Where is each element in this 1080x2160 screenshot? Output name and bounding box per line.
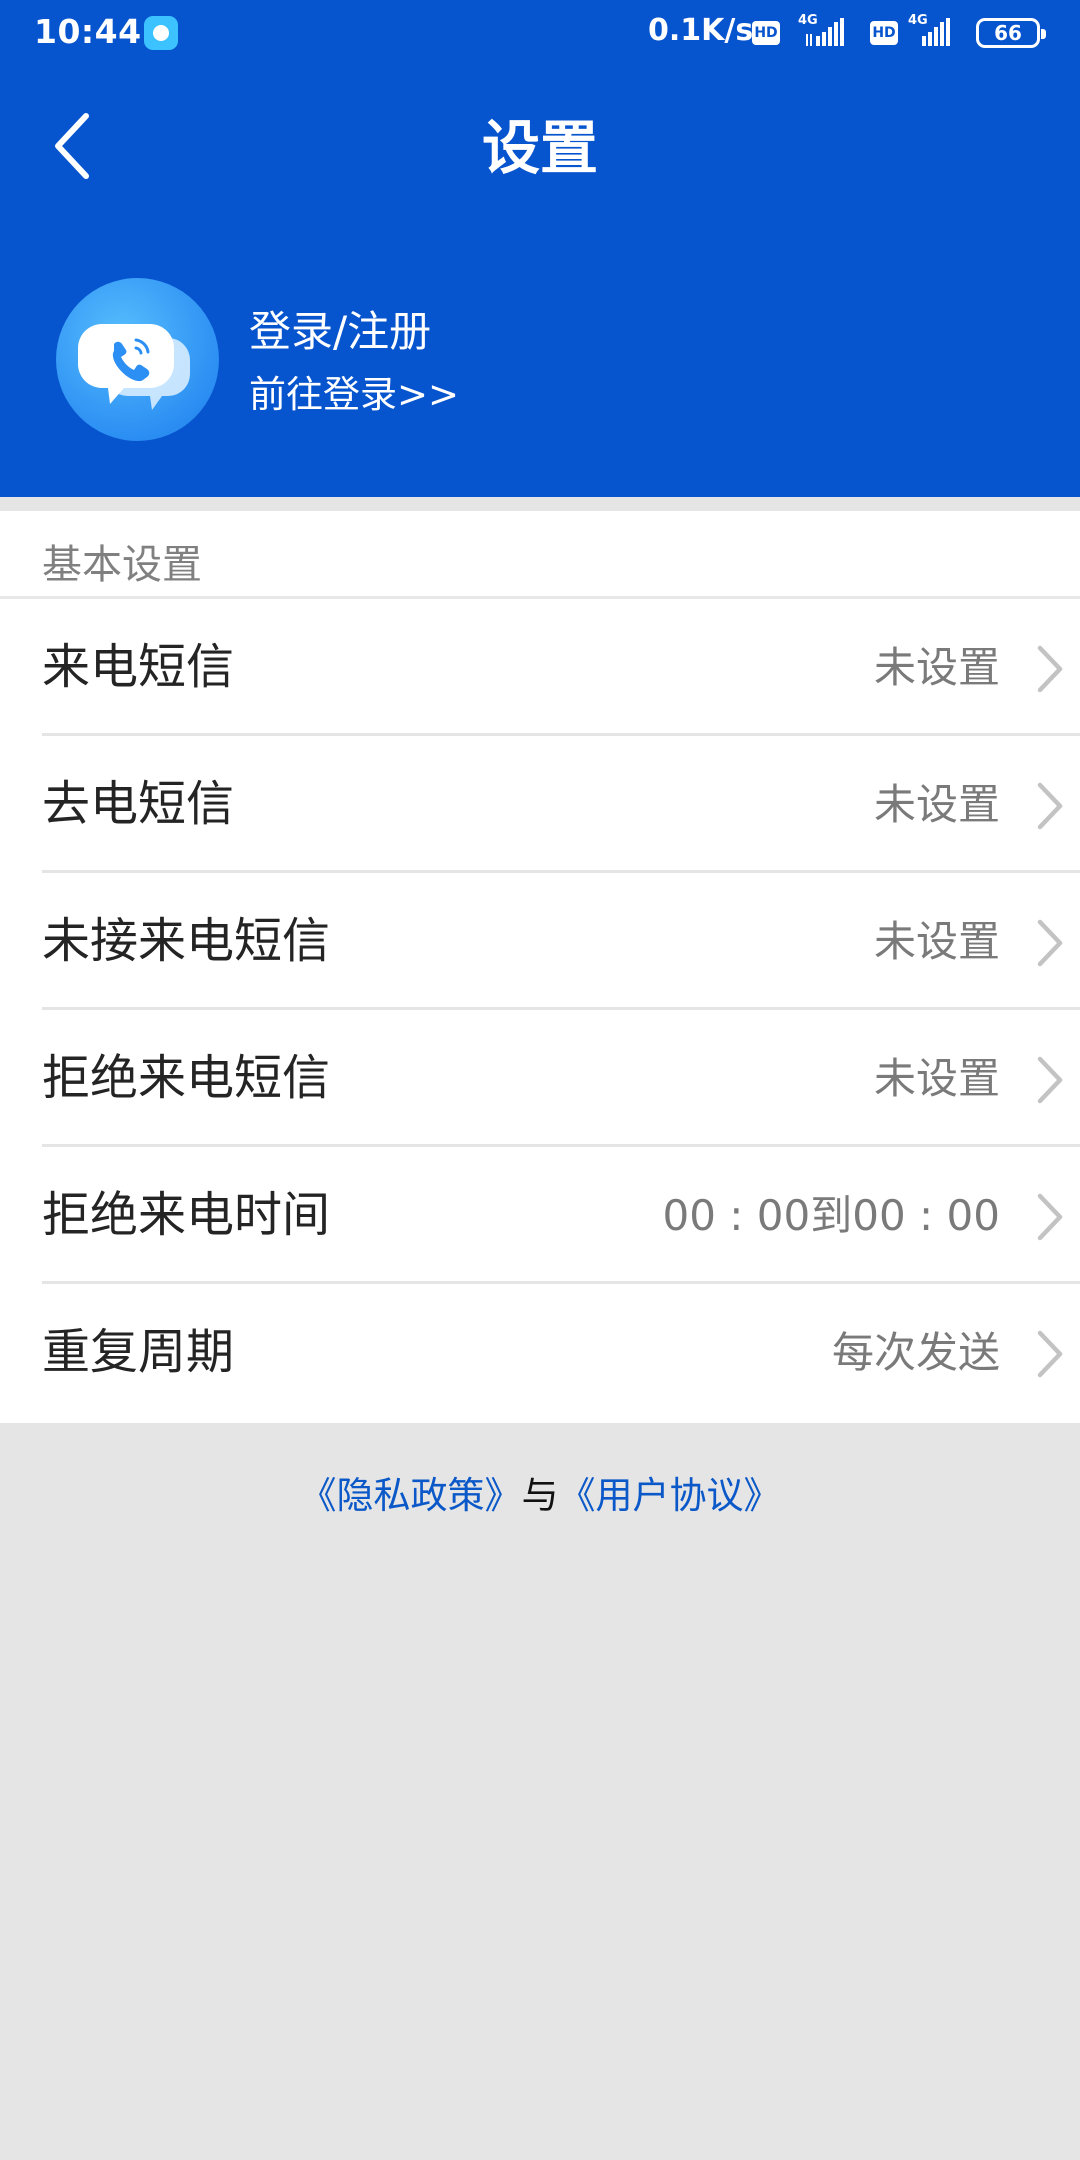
setting-label: 重复周期 <box>42 1324 235 1380</box>
footer-conjunction: 与 <box>521 1474 559 1517</box>
login-register-title[interactable]: 登录/注册 <box>249 304 431 360</box>
hd-badge: HD <box>752 21 780 45</box>
hd-badge-2: HD <box>870 21 898 45</box>
status-bar: 10:44 0.1K/s HD 4G HD 4G 66 <box>0 0 1080 66</box>
battery-icon: 66 <box>976 18 1046 48</box>
chevron-right-icon <box>1037 645 1063 693</box>
footer-links: 《隐私政策》与《用户协议》 <box>0 1464 1080 1528</box>
chevron-right-icon <box>1037 782 1063 830</box>
phone-chat-bubble-icon <box>78 324 190 410</box>
setting-row-outgoing-call-sms[interactable]: 去电短信 未设置 <box>0 736 1080 873</box>
setting-value: 每次发送 <box>831 1328 1000 1377</box>
setting-row-missed-call-sms[interactable]: 未接来电短信 未设置 <box>0 873 1080 1010</box>
chevron-right-icon <box>1037 1056 1063 1104</box>
setting-value: 00 : 00到00 : 00 <box>662 1191 1000 1240</box>
chevron-right-icon <box>1037 919 1063 967</box>
setting-row-repeat-cycle[interactable]: 重复周期 每次发送 <box>0 1284 1080 1421</box>
status-time: 10:44 <box>34 12 142 51</box>
setting-label: 去电短信 <box>42 776 235 832</box>
header: 10:44 0.1K/s HD 4G HD 4G 66 设置 登录/注册 前往登… <box>0 0 1080 497</box>
chevron-right-icon <box>1037 1193 1063 1241</box>
page-title: 设置 <box>481 114 598 182</box>
setting-label: 拒绝来电时间 <box>42 1187 331 1243</box>
signal-icon <box>806 18 844 46</box>
setting-row-reject-call-sms[interactable]: 拒绝来电短信 未设置 <box>0 1010 1080 1147</box>
avatar[interactable] <box>56 278 219 441</box>
go-login-link[interactable]: 前往登录>> <box>249 370 459 420</box>
chevron-right-icon <box>1037 1330 1063 1378</box>
setting-value: 未设置 <box>873 917 1000 966</box>
setting-label: 拒绝来电短信 <box>42 1050 331 1106</box>
settings-card: 基本设置 来电短信 未设置 去电短信 未设置 未接来电短信 未设置 拒绝来电短信… <box>0 511 1080 1423</box>
setting-value: 未设置 <box>873 643 1000 692</box>
setting-label: 未接来电短信 <box>42 913 331 969</box>
network-speed: 0.1K/s <box>648 13 754 48</box>
setting-value: 未设置 <box>873 780 1000 829</box>
user-agreement-link[interactable]: 《用户协议》 <box>559 1474 781 1517</box>
app-notification-icon <box>144 16 178 50</box>
signal-icon-2 <box>922 18 950 46</box>
section-title-basic-settings: 基本设置 <box>42 542 202 588</box>
setting-row-reject-call-time[interactable]: 拒绝来电时间 00 : 00到00 : 00 <box>0 1147 1080 1284</box>
setting-row-incoming-call-sms[interactable]: 来电短信 未设置 <box>0 599 1080 736</box>
setting-label: 来电短信 <box>42 639 235 695</box>
setting-value: 未设置 <box>873 1054 1000 1103</box>
privacy-policy-link[interactable]: 《隐私政策》 <box>300 1474 522 1517</box>
